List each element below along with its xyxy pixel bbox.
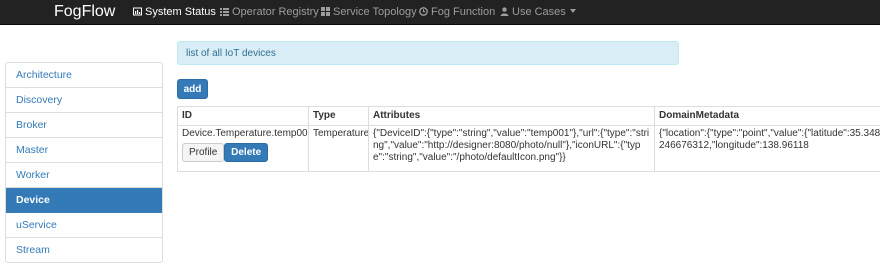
info-alert: list of all IoT devices (177, 41, 679, 65)
device-id: Device.Temperature.temp001 (182, 128, 309, 139)
sidebar-item-device[interactable]: Device (6, 188, 162, 213)
column-header-attributes: Attributes (368, 106, 655, 126)
nav-label: Service Topology (333, 6, 417, 18)
nav-operator-registry[interactable]: Operator Registry (220, 0, 319, 24)
profile-button[interactable]: Profile (182, 143, 225, 162)
sidebar-item-uservice[interactable]: uService (6, 213, 162, 238)
cell-type: Temperature (308, 125, 369, 172)
device-attributes: {"DeviceID":{"type":"string","value":"te… (373, 128, 650, 163)
sidebar-item-architecture[interactable]: Architecture (6, 63, 162, 88)
column-header-id: ID (177, 106, 309, 126)
column-header-domainmetadata: DomainMetadata (654, 106, 880, 126)
delete-button[interactable]: Delete (224, 143, 269, 162)
sidebar-item-discovery[interactable]: Discovery (6, 88, 162, 113)
nav-label: Use Cases (512, 6, 566, 18)
table-row: Device.Temperature.temp001 Profile Delet… (177, 125, 880, 172)
devices-table: ID Type Attributes DomainMetadata Device… (177, 106, 880, 172)
column-header-type: Type (308, 106, 369, 126)
nav-label: Fog Function (431, 6, 496, 18)
caret-down-icon (569, 9, 576, 13)
sidebar-item-stream[interactable]: Stream (6, 238, 162, 262)
user-icon (500, 7, 509, 16)
nav-fog-function[interactable]: Fog Function (419, 0, 495, 24)
sidebar-item-broker[interactable]: Broker (6, 113, 162, 138)
device-domain-metadata: {"location":{"type":"point","value":{"la… (659, 128, 880, 151)
nav-label: Operator Registry (232, 6, 319, 18)
nav-label: System Status (145, 6, 216, 18)
brand-logo[interactable]: FogFlow (54, 2, 115, 22)
cell-domainmetadata: {"location":{"type":"point","value":{"la… (654, 125, 880, 172)
nav-system-status[interactable]: System Status (133, 0, 216, 24)
table-header-row: ID Type Attributes DomainMetadata (177, 106, 880, 126)
nav-use-cases-dropdown[interactable]: Use Cases (500, 0, 576, 24)
sidebar-item-master[interactable]: Master (6, 138, 162, 163)
circle-icon (419, 7, 428, 16)
device-type: Temperature (313, 128, 369, 139)
cell-id: Device.Temperature.temp001 Profile Delet… (177, 125, 309, 172)
sidebar: Architecture Discovery Broker Master Wor… (5, 62, 163, 263)
cell-attributes: {"DeviceID":{"type":"string","value":"te… (368, 125, 655, 172)
grid-icon (321, 7, 330, 16)
add-device-button[interactable]: add (177, 79, 208, 99)
list-icon (220, 7, 229, 16)
nav-service-topology[interactable]: Service Topology (321, 0, 417, 24)
dashboard-icon (133, 7, 142, 16)
top-navbar: FogFlow System Status Operator Registry … (0, 0, 880, 25)
sidebar-item-worker[interactable]: Worker (6, 163, 162, 188)
